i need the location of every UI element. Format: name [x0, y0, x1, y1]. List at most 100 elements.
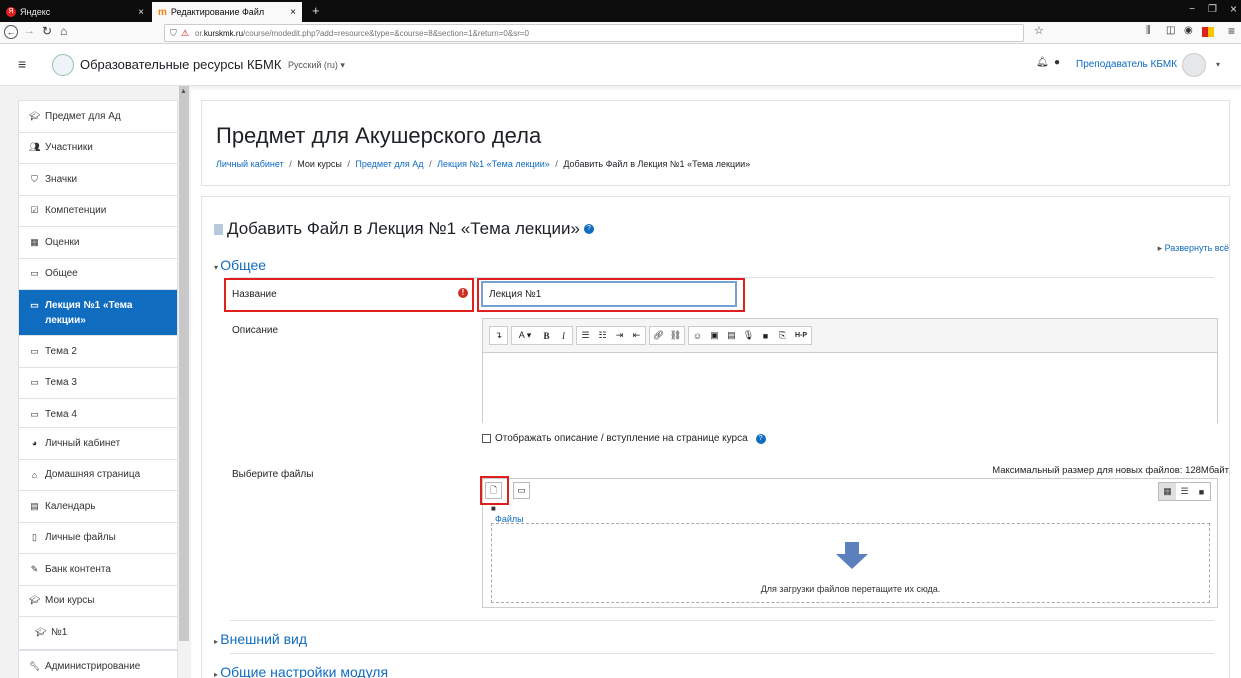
avatar[interactable] [1182, 53, 1206, 77]
nav-item-dashboard[interactable]: ◕ Личный кабинет [19, 428, 177, 460]
folder-icon: ▭ [30, 268, 39, 279]
link-icon[interactable]: 🔗︎ [650, 330, 667, 341]
image-icon[interactable]: ▣ [706, 330, 723, 341]
breadcrumb-dashboard[interactable]: Личный кабинет [216, 159, 284, 169]
menu-icon[interactable]: ≡ [1228, 24, 1235, 38]
manage-files-icon[interactable]: ⎘ [774, 330, 791, 341]
reload-icon[interactable]: ↻ [42, 24, 52, 38]
tree-view-icon[interactable]: ■ [1193, 483, 1210, 500]
video-camera-icon[interactable]: ■ [757, 331, 774, 341]
ordered-list-icon[interactable]: ☷ [594, 330, 611, 341]
select-files-label: Выберите файлы [232, 469, 314, 480]
nav-item-course[interactable]: 🎓︎ Предмет для Ад [19, 101, 177, 133]
site-logo-icon[interactable] [52, 54, 74, 76]
name-input[interactable] [481, 281, 737, 307]
language-menu[interactable]: Русский (ru) ▾ [288, 60, 345, 71]
nav-item-participants[interactable]: 👥︎ Участники [19, 133, 177, 164]
nav-item-lecture-1[interactable]: ▭ Лекция №1 «Тема лекции» [19, 290, 177, 336]
account-icon[interactable]: ◉ [1184, 25, 1193, 36]
icons-view-icon[interactable]: ▦ [1159, 483, 1176, 500]
nav-item-general[interactable]: ▭ Общее [19, 259, 177, 290]
nav-item-competencies[interactable]: ☑ Компетенции [19, 196, 177, 227]
nav-item-topic-2[interactable]: ▭ Тема 2 [19, 336, 177, 368]
shield-icon: ⛉ [170, 28, 177, 38]
emoji-icon[interactable]: ☺ [689, 331, 706, 341]
indent-icon[interactable]: ⇥ [611, 330, 628, 341]
browser-tab-yandex[interactable]: Я Яндекс × [0, 2, 150, 22]
drawer-scrollbar[interactable] [179, 86, 189, 641]
help-icon[interactable]: ? [755, 433, 766, 444]
yandex-logo-icon: Я [6, 7, 16, 17]
required-icon: ! [458, 288, 468, 298]
breadcrumb-course[interactable]: Предмет для Ад [355, 159, 423, 169]
address-bar[interactable]: ⛉ ⚠ or. kurskmk.ru/course/modedit.php?add… [164, 24, 1024, 42]
nav-item-topic-4[interactable]: ▭ Тема 4 [19, 399, 177, 431]
breadcrumb-current: Добавить Файл в Лекция №1 «Тема лекции» [563, 159, 751, 169]
nav-item-content-bank[interactable]: ✎ Банк контента [19, 554, 177, 586]
bold-icon[interactable]: B [538, 331, 555, 341]
nav-item-grades[interactable]: ▦ Оценки [19, 227, 177, 259]
folder-icon: ▭ [30, 409, 39, 420]
nav-item-topic-3[interactable]: ▭ Тема 3 [19, 368, 177, 399]
sidebar-toggle-icon[interactable]: ◫ [1166, 25, 1175, 36]
folder-icon: ▭ [30, 345, 39, 356]
close-window-icon[interactable]: × [1230, 2, 1237, 16]
table-icon: ▦ [30, 236, 39, 247]
notifications-bell-icon[interactable]: 🔔︎ [1036, 57, 1049, 68]
breadcrumb-section[interactable]: Лекция №1 «Тема лекции» [437, 159, 550, 169]
unordered-list-icon[interactable]: ☰ [577, 330, 594, 341]
media-icon[interactable]: ▤ [723, 330, 740, 341]
scroll-up-icon[interactable]: ▲ [180, 88, 187, 95]
hamburger-icon[interactable]: ≡ [18, 56, 26, 72]
unlink-icon[interactable]: ⛓ [667, 330, 684, 341]
moodle-logo-icon: m [158, 6, 167, 18]
h5p-icon[interactable]: H-P [791, 332, 811, 339]
browser-tab-bar: Я Яндекс × m Редактирование Файл × + − ❐… [0, 0, 1241, 22]
show-description-checkbox[interactable] [482, 434, 491, 443]
wrench-icon: 🔧︎ [29, 661, 41, 672]
create-folder-button[interactable]: ▭ [513, 482, 530, 499]
toolbar-list-group: ☰ ☷ ⇥ ⇤ [576, 326, 646, 345]
library-icon[interactable]: ⫼ [1146, 25, 1151, 36]
site-name[interactable]: Образовательные ресурсы КБМК [80, 57, 281, 72]
expand-all-link[interactable]: ▸ Развернуть всё [1158, 243, 1229, 254]
close-tab-icon[interactable]: × [290, 7, 296, 18]
messages-icon[interactable]: ● [1054, 57, 1060, 68]
back-icon[interactable]: ← [4, 25, 18, 39]
italic-icon[interactable]: I [555, 331, 572, 341]
home-icon[interactable]: ⌂ [60, 24, 67, 38]
browser-tab-edit-file[interactable]: m Редактирование Файл × [152, 2, 302, 22]
help-icon[interactable]: ? [583, 224, 594, 234]
description-editor[interactable]: ↴ A ▾ B I ☰ ☷ ⇥ ⇤ 🔗︎ ⛓ ☺ ▣ ▤ 🎙︎ ■ ⎘ H-P [482, 318, 1218, 423]
bookmark-star-icon[interactable]: ☆ [1034, 24, 1044, 37]
section-general-header[interactable]: ▾ Общее [214, 257, 266, 273]
outdent-icon[interactable]: ⇤ [628, 330, 645, 341]
font-style-icon[interactable]: A ▾ [512, 330, 538, 341]
list-view-icon[interactable]: ☰ [1176, 483, 1193, 500]
toolbar-format-group: A ▾ B I [511, 326, 573, 345]
forward-icon[interactable]: → [24, 25, 35, 37]
section-appearance-header[interactable]: ▸ Внешний вид [214, 631, 307, 647]
nav-item-calendar[interactable]: ▤ Календарь [19, 491, 177, 523]
nav-item-administration[interactable]: 🔧︎ Администрирование [19, 651, 177, 678]
description-label: Описание [232, 325, 279, 336]
nav-item-home[interactable]: ⌂ Домашняя страница [19, 460, 177, 491]
section-module-settings-header[interactable]: ▸ Общие настройки модуля [214, 664, 388, 678]
toolbar-toggle-icon[interactable]: ↴ [490, 330, 507, 341]
nav-item-my-courses[interactable]: 🎓︎ Мои курсы [19, 586, 177, 617]
new-tab-icon[interactable]: + [312, 3, 320, 18]
close-tab-icon[interactable]: × [138, 7, 144, 18]
drop-zone[interactable]: Для загрузки файлов перетащите их сюда. [491, 523, 1210, 603]
microphone-icon[interactable]: 🎙︎ [740, 330, 757, 341]
nav-item-private-files[interactable]: ▯ Личные файлы [19, 523, 177, 554]
user-name[interactable]: Преподаватель КБМК [1076, 59, 1177, 70]
check-square-icon: ☑ [30, 205, 39, 216]
add-file-button[interactable]: 🗋︎ [485, 482, 502, 499]
editor-content-area[interactable] [483, 353, 1217, 423]
nav-item-badges[interactable]: ⛉ Значки [19, 164, 177, 196]
url-domain: kurskmk.ru [203, 28, 244, 38]
nav-item-course-n1[interactable]: 🎓︎ №1 [19, 617, 177, 649]
minimize-icon[interactable]: − [1189, 4, 1195, 15]
restore-icon[interactable]: ❐ [1208, 4, 1217, 15]
user-menu-chevron-icon[interactable]: ▾ [1216, 60, 1220, 69]
